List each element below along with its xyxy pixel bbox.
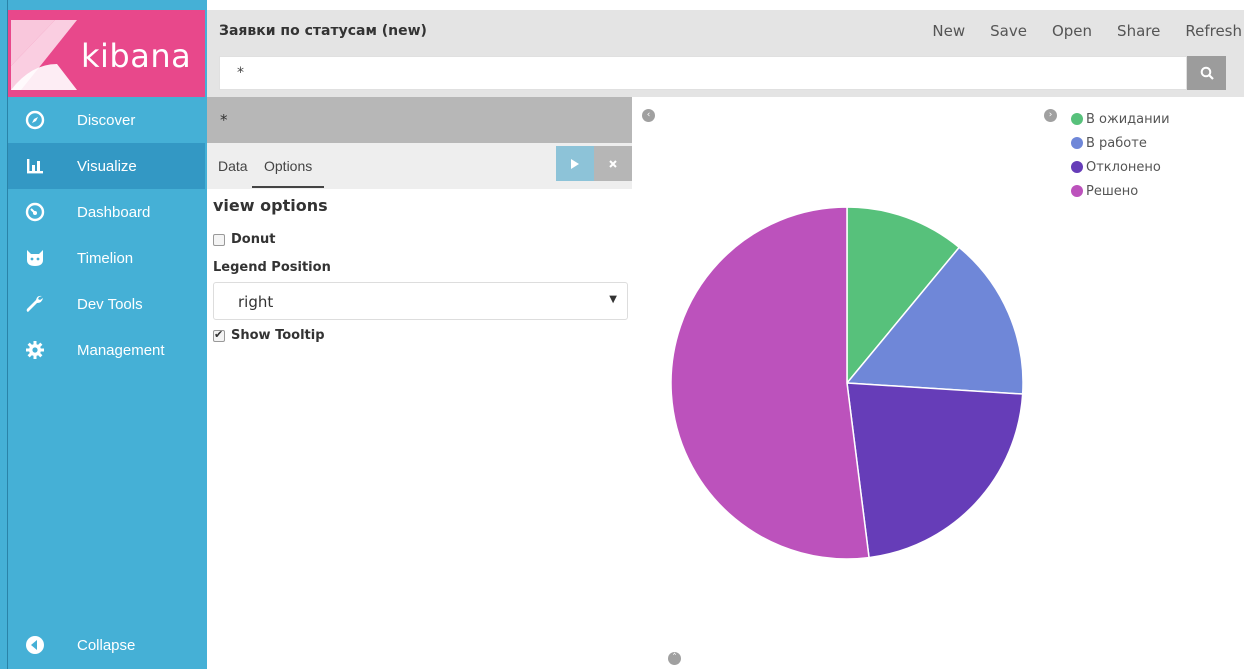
legend-item[interactable]: Решено [1071,179,1170,203]
show-tooltip-label: Show Tooltip [231,328,325,343]
sidebar-item-timelion[interactable]: Timelion [7,235,205,281]
legend-label: В ожидании [1086,111,1170,127]
sidebar-collapse-button[interactable]: Collapse [7,622,205,668]
legend-label: Отклонено [1086,159,1161,175]
view-options-heading: view options [213,196,328,215]
bar-chart-icon [23,154,47,178]
show-tooltip-checkbox[interactable] [213,328,225,342]
legend-item[interactable]: Отклонено [1071,155,1170,179]
legend-position-value: right [238,293,274,311]
sidebar-item-label: Discover [77,111,136,129]
new-button[interactable]: New [932,22,965,40]
legend-color-dot [1071,113,1083,125]
search-button[interactable] [1187,56,1226,90]
save-button[interactable]: Save [990,22,1027,40]
top-menu: New Save Open Share Refresh [907,22,1242,40]
donut-checkbox[interactable] [213,233,225,246]
legend-label: Решено [1086,183,1139,199]
search-input[interactable]: * [219,56,1187,90]
collapse-arrow-icon [23,633,47,657]
tab-options[interactable]: Options [252,158,325,188]
sidebar-item-dev-tools[interactable]: Dev Tools [7,281,205,327]
legend-color-dot [1071,185,1083,197]
sidebar-item-label: Visualize [77,157,137,175]
wrench-icon [23,292,47,316]
sidebar-divider [7,0,8,669]
timelion-cat-icon [23,246,47,270]
kibana-logo-text: kibana [81,37,192,75]
saved-search-query: * [207,97,632,143]
legend-item[interactable]: В работе [1071,131,1170,155]
donut-option[interactable]: Donut [213,232,275,247]
page-title: Заявки по статусам (new) [219,23,427,39]
legend-color-dot [1071,161,1083,173]
open-button[interactable]: Open [1052,22,1092,40]
refresh-button[interactable]: Refresh [1185,22,1242,40]
sidebar-item-label: Management [77,341,165,359]
donut-label: Donut [231,232,276,247]
kibana-logo[interactable]: kibana [7,10,205,97]
sidebar: kibana Discover Visualize Dashboard Time… [0,0,207,669]
share-button[interactable]: Share [1117,22,1160,40]
gear-icon [23,338,47,362]
search-icon [1200,66,1214,80]
collapse-label: Collapse [77,636,136,654]
chart-legend: В ожидании В работе Отклонено Решено [1071,107,1170,203]
show-tooltip-option[interactable]: Show Tooltip [213,328,325,343]
visualization-area: ‹ › ˄ В ожидании В работе Отклонено Решено [632,97,1244,669]
editor-tabs: Data Options [207,143,632,189]
close-icon [609,159,617,168]
discard-changes-button[interactable] [594,146,632,181]
sidebar-item-discover[interactable]: Discover [7,97,205,143]
sidebar-item-label: Dev Tools [77,295,143,313]
legend-position-select[interactable]: right ▼ [213,282,628,320]
sidebar-item-management[interactable]: Management [7,327,205,373]
chevron-down-icon: ▼ [609,294,617,305]
top-nav-bar: Заявки по статусам (new) New Save Open S… [207,10,1244,97]
pie-slice[interactable] [670,206,870,560]
play-icon [571,158,579,169]
legend-color-dot [1071,137,1083,149]
compass-icon [23,108,47,132]
apply-changes-button[interactable] [556,146,594,181]
tab-data[interactable]: Data [218,158,248,174]
legend-label: В работе [1086,135,1147,151]
dashboard-gauge-icon [23,200,47,224]
kibana-app: kibana Discover Visualize Dashboard Time… [0,0,1244,669]
legend-item[interactable]: В ожидании [1071,107,1170,131]
legend-position-label: Legend Position [213,260,331,275]
pie-slice[interactable] [846,382,1024,559]
sidebar-item-dashboard[interactable]: Dashboard [7,189,205,235]
kibana-logo-icon [11,20,77,90]
sidebar-item-visualize[interactable]: Visualize [7,143,205,189]
sidebar-item-label: Dashboard [77,203,151,221]
sidebar-item-label: Timelion [77,249,134,267]
